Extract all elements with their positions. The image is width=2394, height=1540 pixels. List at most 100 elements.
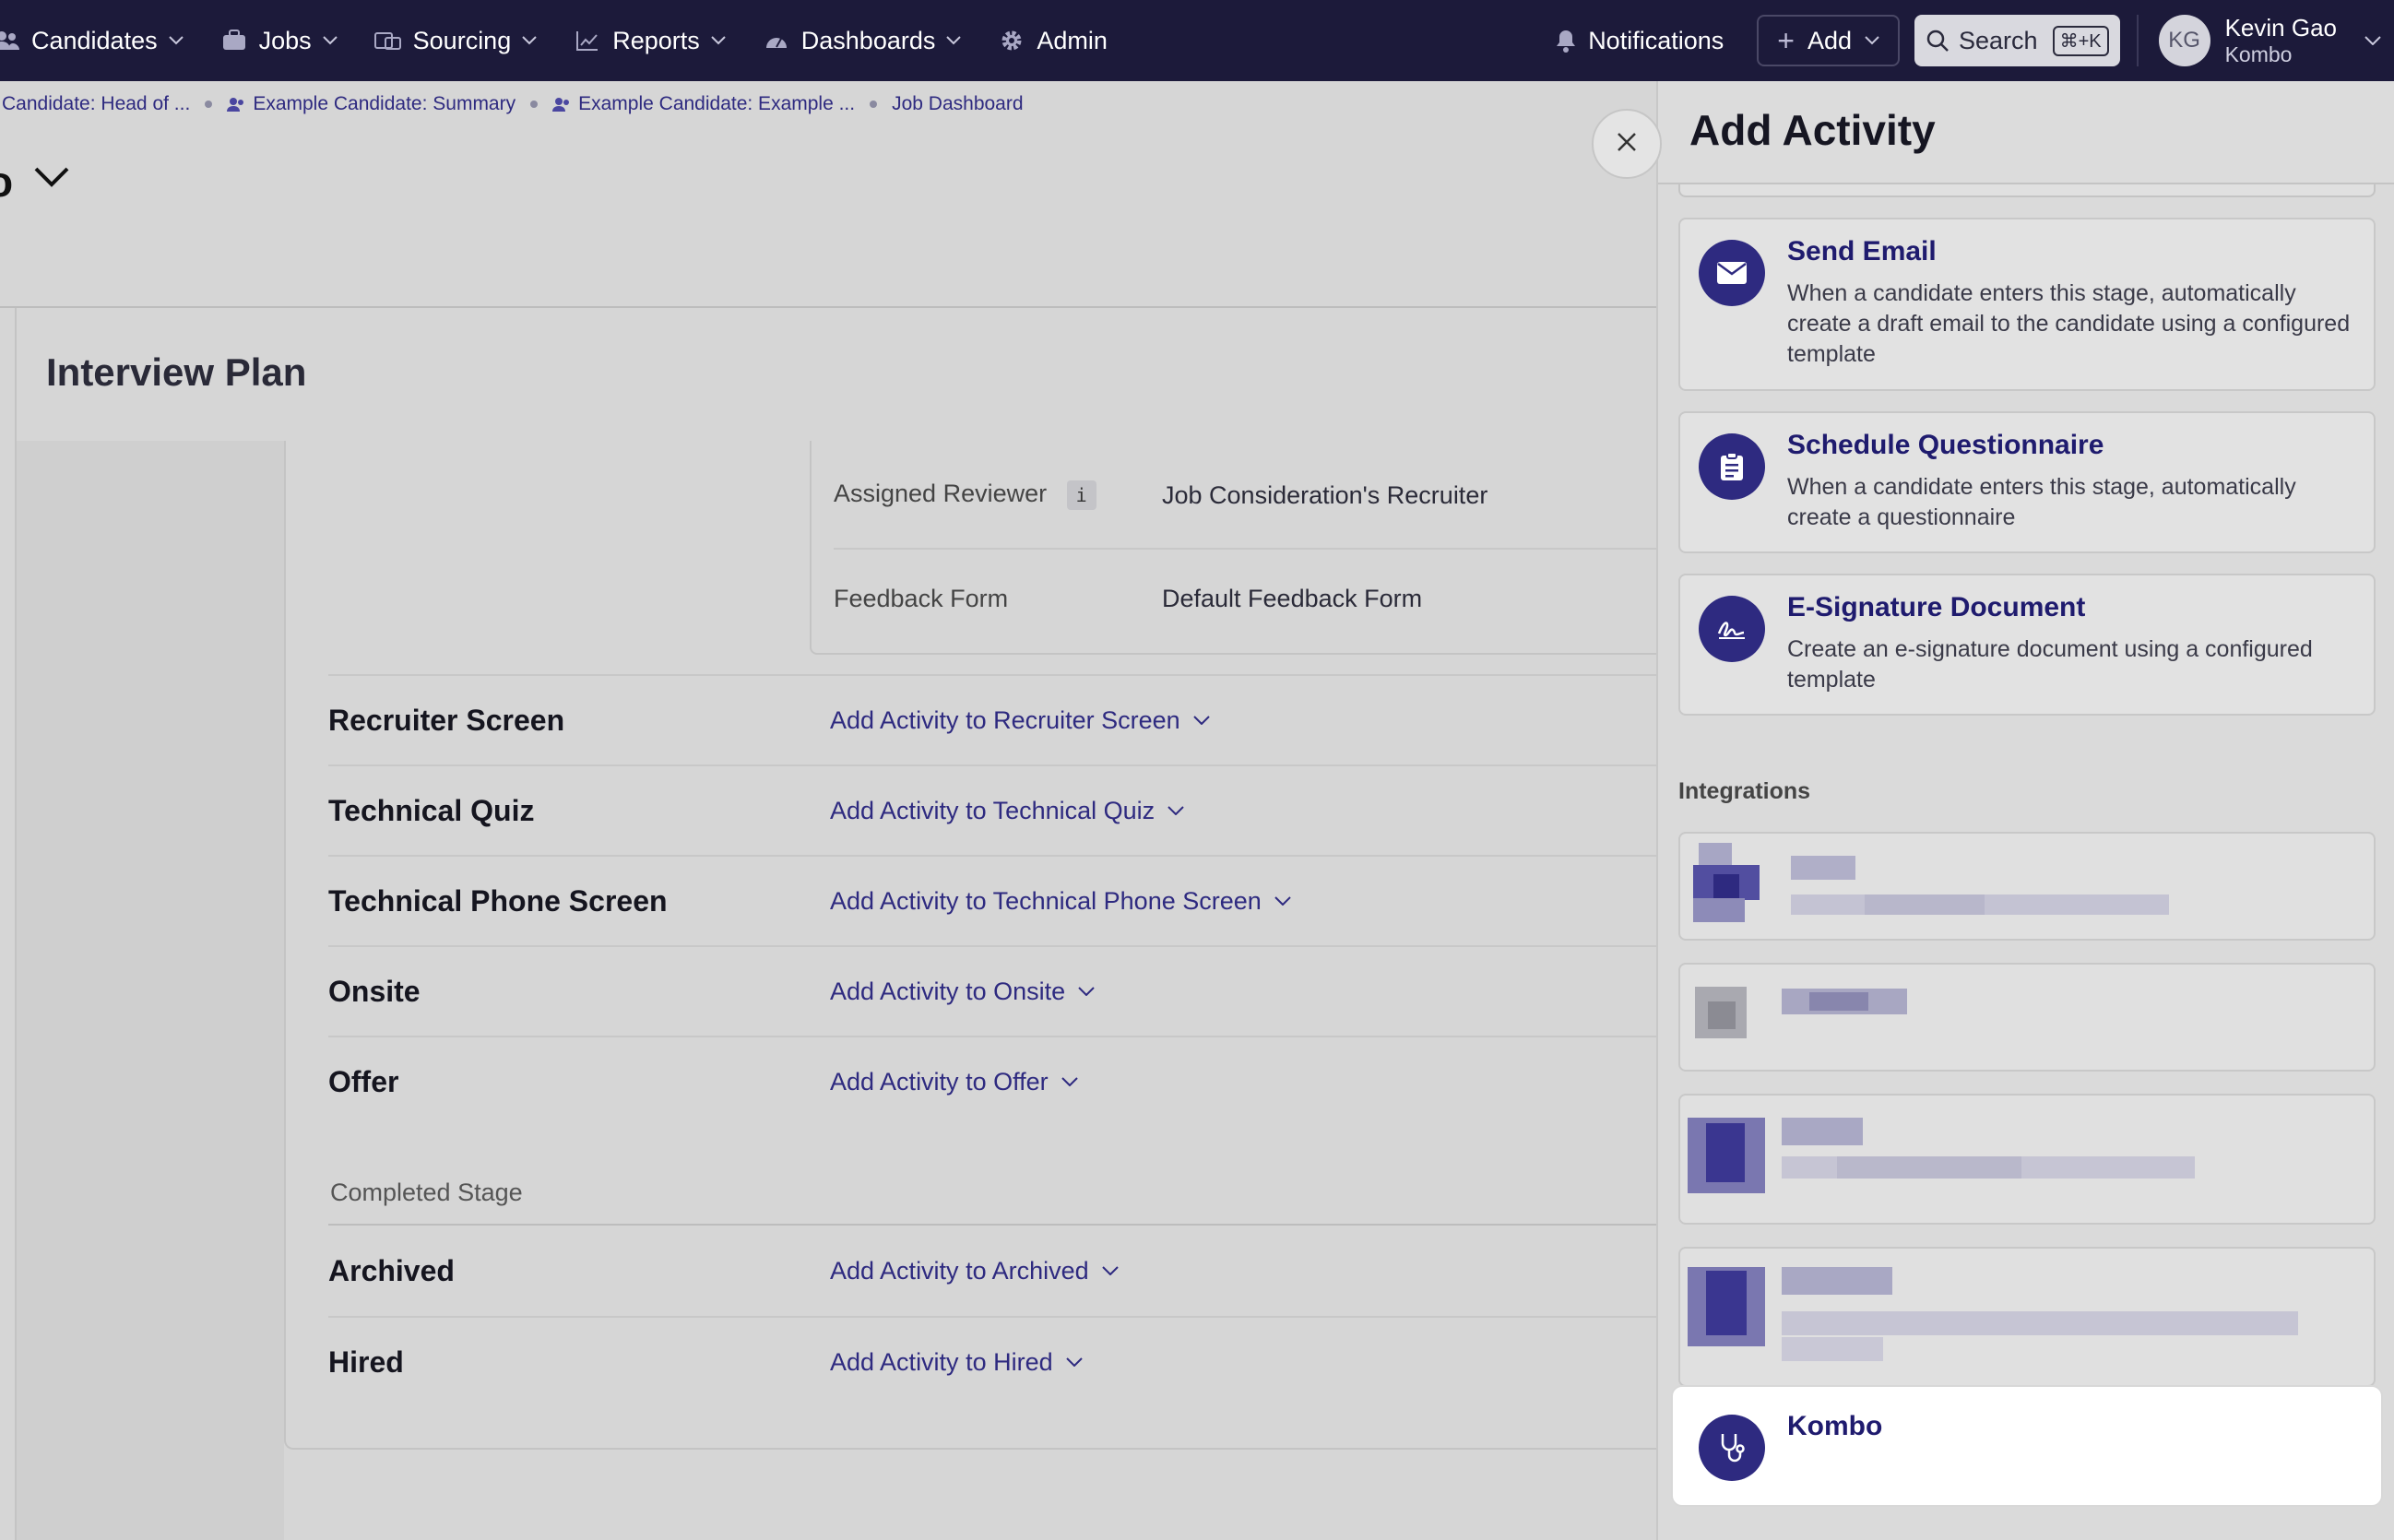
info-icon[interactable]: i [1066, 480, 1096, 510]
breadcrumb-label: Candidate: Head of ... [2, 93, 191, 114]
add-activity-link[interactable]: Add Activity to Archived [830, 1257, 1119, 1285]
nav-sourcing-label: Sourcing [412, 26, 512, 54]
redacted-pixels [1706, 1271, 1747, 1335]
nav-candidates-label: Candidates [31, 26, 158, 54]
chevron-down-icon [1192, 716, 1210, 725]
stage-row-offer: Offer Add Activity to Offer [328, 1036, 1667, 1126]
nav-jobs[interactable]: Jobs [220, 0, 338, 81]
plan-sidebar [17, 441, 284, 1540]
activity-card-schedule-questionnaire[interactable]: Schedule Questionnaire When a candidate … [1678, 411, 2376, 553]
person-icon [552, 97, 571, 112]
redacted-pixels [1782, 1118, 1863, 1145]
add-activity-drawer: Add Activity Send Email When a candidate… [1656, 81, 2394, 1540]
signature-icon [1699, 596, 1765, 662]
activity-card-e-signature[interactable]: E-Signature Document Create an e-signatu… [1678, 574, 2376, 716]
notifications-button[interactable]: Notifications [1555, 27, 1724, 55]
gear-icon [998, 27, 1025, 54]
integration-card-redacted[interactable] [1678, 1247, 2376, 1387]
chevron-down-icon [1101, 1266, 1119, 1275]
add-button[interactable]: + Add [1757, 15, 1900, 66]
stage-name: Technical Phone Screen [328, 883, 668, 918]
user-org: Kombo [2224, 41, 2293, 66]
stethoscope-icon [1699, 1415, 1765, 1481]
add-activity-link[interactable]: Add Activity to Offer [830, 1068, 1078, 1096]
breadcrumb-item[interactable]: Example Candidate: Example ... [552, 93, 855, 115]
add-activity-link[interactable]: Add Activity to Recruiter Screen [830, 706, 1210, 735]
activity-card-send-email[interactable]: Send Email When a candidate enters this … [1678, 218, 2376, 391]
close-icon [1617, 132, 1637, 157]
stage-row-recruiter-screen: Recruiter Screen Add Activity to Recruit… [328, 674, 1667, 764]
integration-card-redacted[interactable] [1678, 1094, 2376, 1225]
chevron-down-icon[interactable] [2364, 36, 2381, 45]
add-activity-link[interactable]: Add Activity to Technical Quiz [830, 797, 1184, 825]
integration-card-redacted[interactable] [1678, 832, 2376, 941]
activity-description: When a candidate enters this stage, auto… [1787, 474, 2296, 530]
integration-card-redacted[interactable] [1678, 963, 2376, 1072]
add-activity-link[interactable]: Add Activity to Onsite [830, 977, 1095, 1006]
redacted-pixels [1693, 898, 1745, 922]
add-activity-link[interactable]: Add Activity to Technical Phone Screen [830, 887, 1291, 916]
stage-row-technical-quiz: Technical Quiz Add Activity to Technical… [328, 764, 1667, 855]
breadcrumb-separator [205, 101, 213, 108]
person-icon [227, 97, 245, 112]
integration-card-kombo[interactable]: Kombo [1671, 1385, 2383, 1507]
activity-card-partial[interactable] [1678, 184, 2376, 197]
search-shortcut: ⌘+K [2052, 25, 2109, 56]
notifications-label: Notifications [1588, 26, 1724, 54]
assigned-reviewer-value: Job Consideration's Recruiter [1162, 481, 1488, 509]
avatar[interactable]: KG [2158, 15, 2210, 66]
breadcrumb-item[interactable]: Job Dashboard [892, 93, 1023, 115]
breadcrumb-separator [870, 101, 878, 108]
completed-stage-label: Completed Stage [330, 1179, 523, 1206]
stage-name: Archived [328, 1253, 455, 1287]
top-navigation: Candidates Jobs Sourcing Reports Dashboa… [0, 0, 2394, 81]
redacted-pixels [1699, 843, 1732, 867]
nav-dashboards[interactable]: Dashboards [763, 0, 962, 81]
stage-name: Onsite [328, 974, 421, 1008]
stage-row-hired: Hired Add Activity to Hired [328, 1316, 1667, 1406]
nav-candidates[interactable]: Candidates [0, 0, 184, 81]
integration-title: Kombo [1787, 1411, 1883, 1441]
stage-row-onsite: Onsite Add Activity to Onsite [328, 945, 1667, 1036]
gauge-icon [763, 27, 790, 54]
assigned-reviewer-text: Assigned Reviewer [834, 480, 1048, 507]
nav-admin[interactable]: Admin [998, 0, 1108, 81]
people-icon [0, 27, 20, 54]
breadcrumb-label: Example Candidate: Example ... [578, 93, 856, 114]
nav-sourcing[interactable]: Sourcing [373, 0, 538, 81]
chevron-down-icon [711, 36, 726, 45]
chevron-down-icon [1061, 1077, 1078, 1086]
close-drawer-button[interactable] [1592, 109, 1662, 179]
assigned-reviewer-label: Assigned Reviewer i [834, 480, 1096, 510]
breadcrumb-item[interactable]: Example Candidate: Summary [227, 93, 516, 115]
nav-reports[interactable]: Reports [574, 0, 726, 81]
user-menu[interactable]: Kevin Gao Kombo [2224, 14, 2337, 66]
chevron-down-icon [522, 36, 537, 45]
add-activity-link[interactable]: Add Activity to Hired [830, 1348, 1083, 1377]
stage-name: Technical Quiz [328, 793, 535, 827]
detail-divider [834, 548, 1664, 550]
feedback-form-label: Feedback Form [834, 585, 1009, 612]
breadcrumb-separator [530, 101, 539, 108]
chevron-down-icon [1065, 1357, 1083, 1367]
search-icon [1926, 29, 1950, 53]
clipboard-icon [1699, 433, 1765, 500]
add-activity-label: Add Activity to Technical Quiz [830, 796, 1156, 824]
search-button[interactable]: Search ⌘+K [1914, 15, 2120, 66]
breadcrumb-item[interactable]: Candidate: Head of ... [2, 93, 190, 115]
nav-dashboards-label: Dashboards [800, 26, 936, 54]
integrations-label: Integrations [1678, 778, 1811, 804]
add-label: Add [1807, 26, 1852, 54]
page-title: o [0, 158, 14, 206]
redacted-pixels [1706, 1123, 1745, 1182]
drawer-header: Add Activity [1658, 81, 2394, 184]
chevron-down-icon[interactable] [33, 166, 70, 188]
chevron-down-icon [322, 36, 338, 45]
add-activity-label: Add Activity to Recruiter Screen [830, 705, 1180, 734]
add-activity-label: Add Activity to Technical Phone Screen [830, 886, 1262, 915]
redacted-pixels [1782, 1337, 1883, 1361]
chevron-down-icon [1167, 806, 1184, 815]
redacted-pixels [1782, 1267, 1892, 1295]
bell-icon [1555, 29, 1577, 53]
envelope-icon [1699, 240, 1765, 306]
